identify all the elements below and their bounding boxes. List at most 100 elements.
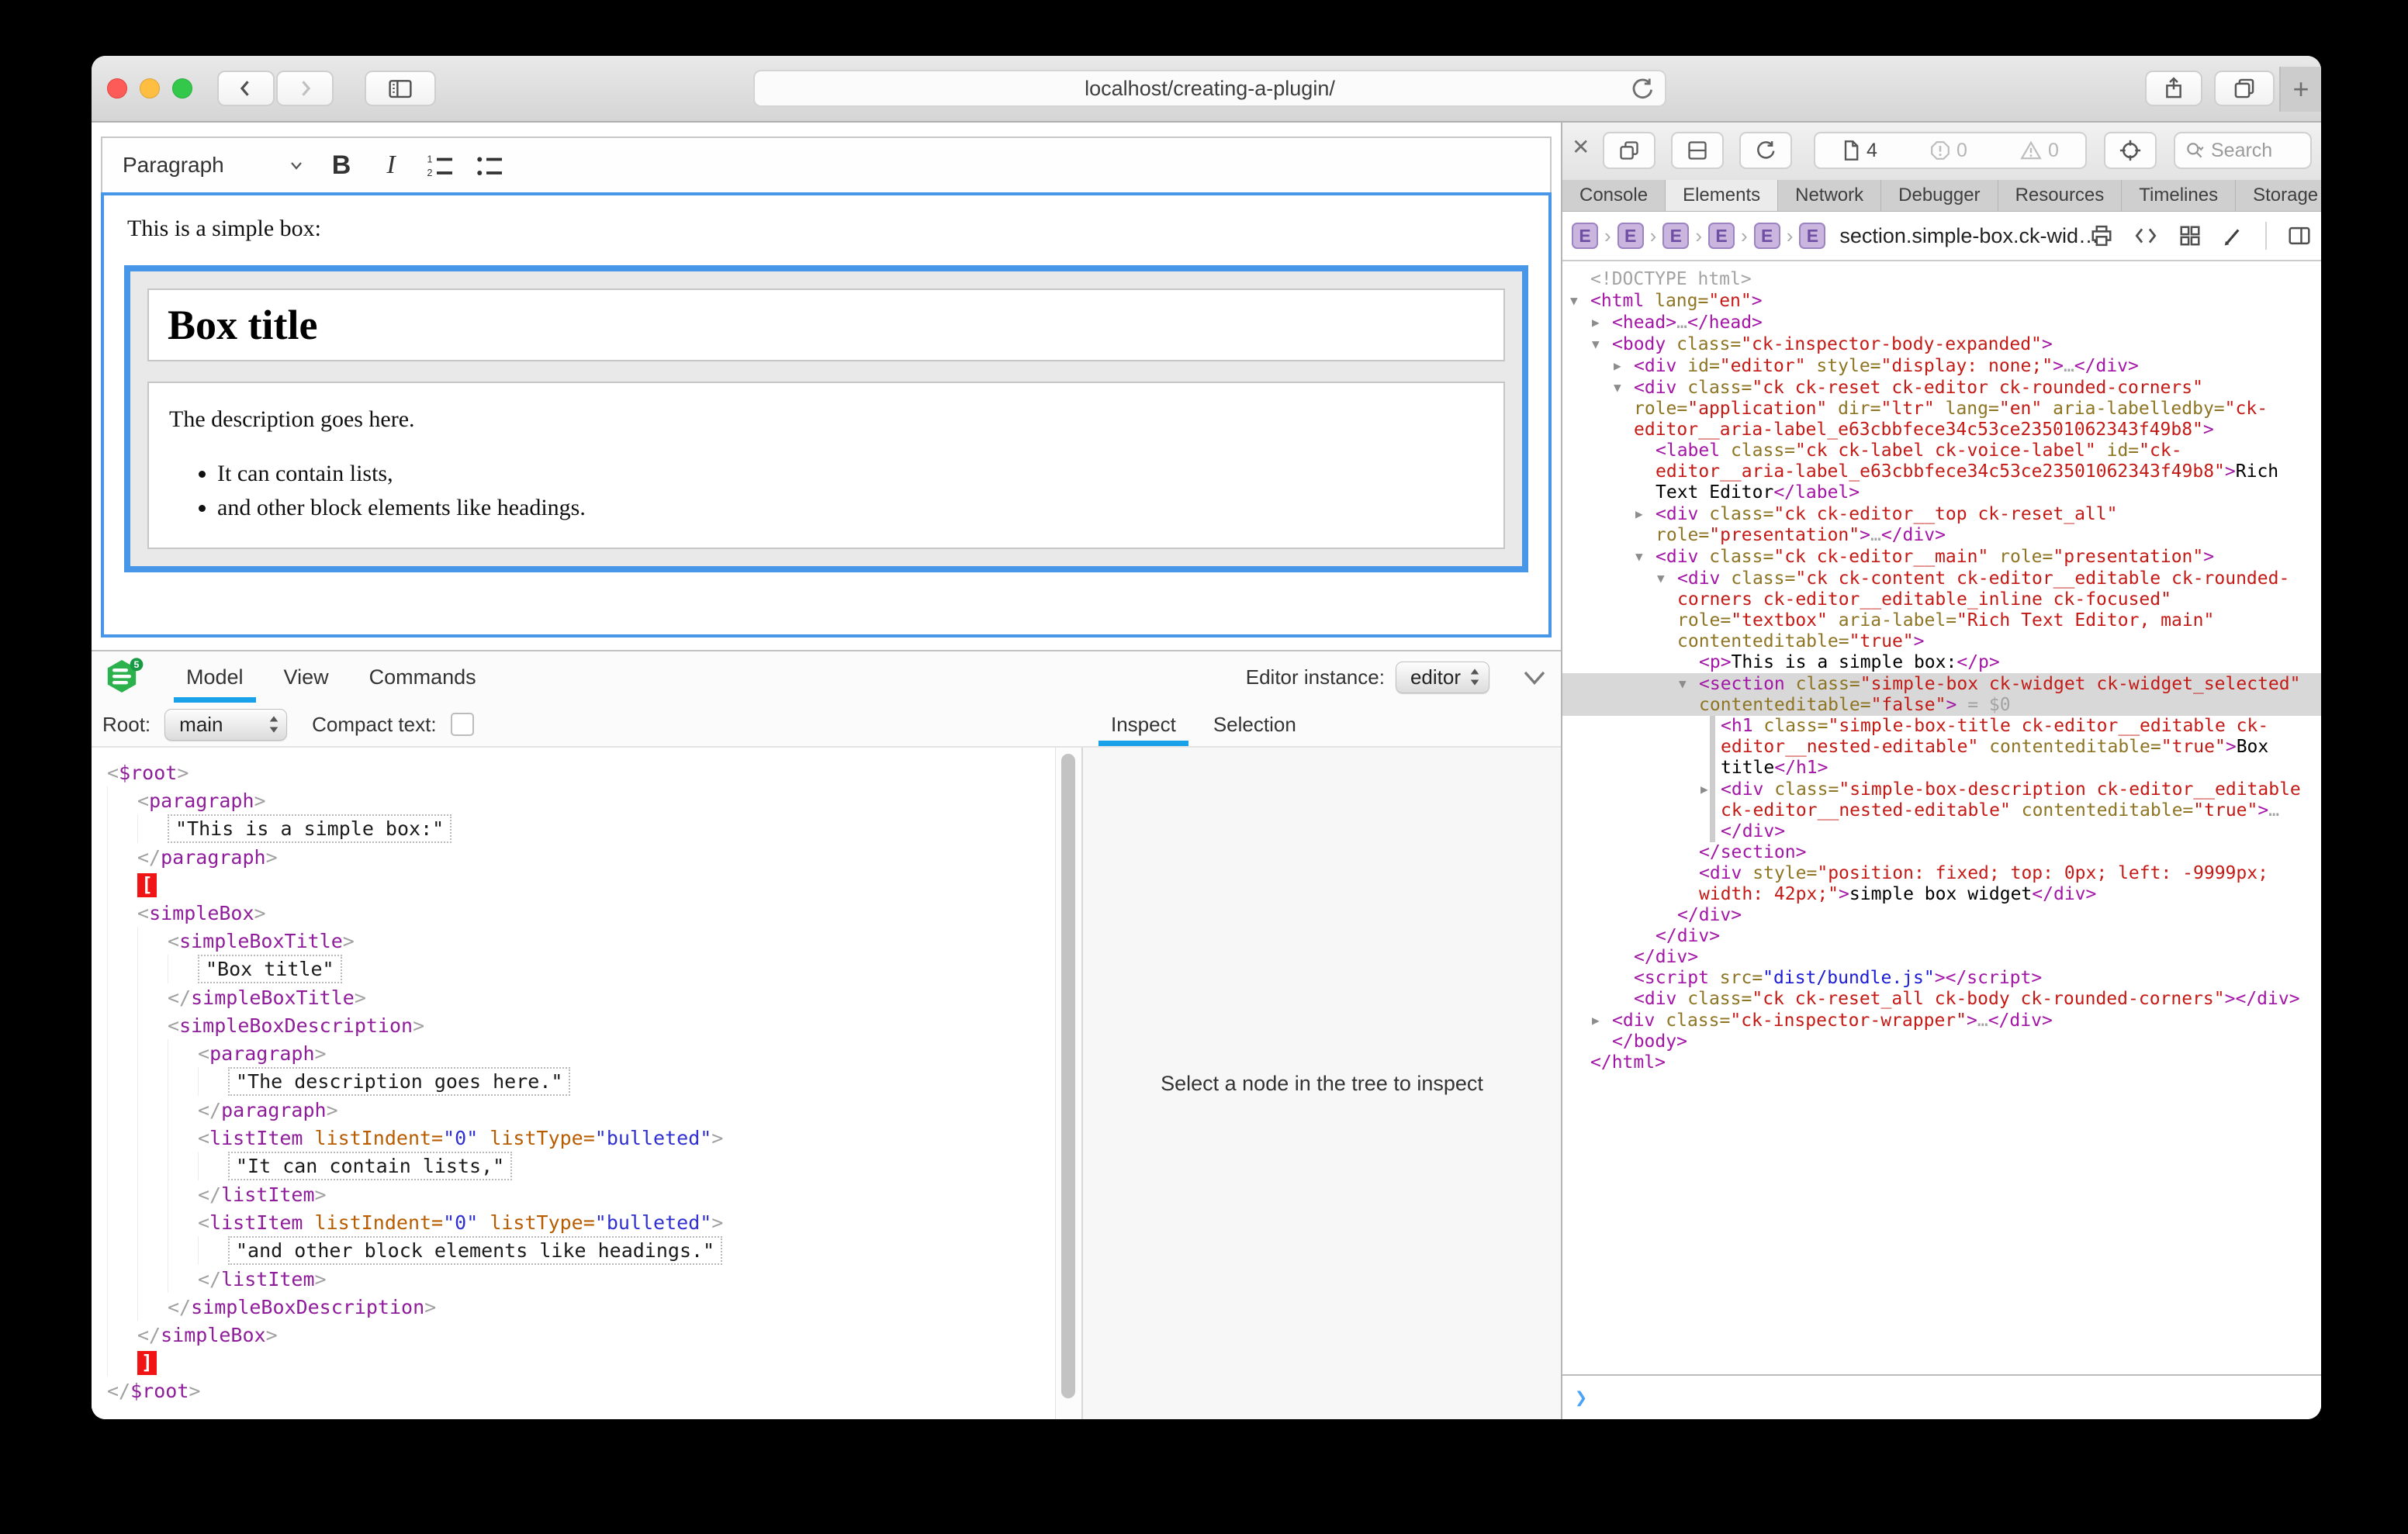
model-tree-scrollbar[interactable] [1055,748,1081,1419]
element-badge[interactable]: E [1662,223,1689,249]
model-tree-line[interactable]: </simpleBox> [92,1321,1055,1349]
dom-tree-line[interactable]: </html> [1562,1052,2321,1073]
model-tree-line[interactable]: "Box title" [92,955,1055,983]
dom-tree-line[interactable]: <div style="position: fixed; top: 0px; l… [1562,863,2321,905]
layout-grid-icon[interactable] [2178,224,2202,247]
close-window-button[interactable] [107,78,127,98]
box-title-heading[interactable]: Box title [168,301,1485,349]
dom-tree-line[interactable]: </div> [1562,947,2321,968]
model-tree-line[interactable]: </paragraph> [92,1096,1055,1124]
element-badge[interactable]: E [1572,223,1598,249]
new-tab-button[interactable]: + [2279,67,2321,112]
model-tree-line[interactable]: [ [92,871,1055,899]
model-tree-line[interactable]: </paragraph> [92,843,1055,871]
dom-tree-line[interactable]: ▶<div class="ck-inspector-wrapper">…</di… [1562,1010,2321,1031]
zoom-window-button[interactable] [172,78,192,98]
dom-tree-line[interactable]: ▼<html lang="en"> [1562,290,2321,312]
print-icon[interactable] [2090,224,2113,247]
paragraph-dropdown[interactable]: Paragraph [123,153,317,178]
element-badge[interactable]: E [1708,223,1735,249]
model-tree-line[interactable]: </listItem> [92,1265,1055,1293]
dom-tree-line[interactable]: <p>This is a simple box:</p> [1562,652,2321,673]
dom-tree-line[interactable]: ▼<div class="ck ck-reset ck-editor ck-ro… [1562,377,2321,441]
devtools-tab-network[interactable]: Network [1778,180,1881,211]
list-item[interactable]: and other block elements like headings. [217,495,1485,521]
dom-tree-line[interactable]: <h1 class="simple-box-title ck-editor__e… [1562,716,2321,779]
model-tree-line[interactable]: <paragraph> [92,786,1055,814]
dom-tree-line[interactable]: </div> [1562,905,2321,926]
styles-brush-icon[interactable] [2222,224,2245,247]
simple-box-title[interactable]: Box title [147,288,1505,361]
reload-icon[interactable] [1629,76,1656,102]
description-paragraph[interactable]: The description goes here. [169,406,1483,433]
model-tree-line[interactable]: ] [92,1349,1055,1377]
model-tree-line[interactable]: <paragraph> [92,1039,1055,1067]
breadcrumb-selected-element[interactable]: section.simple-box.ck-wid… [1839,224,2099,248]
numbered-list-button[interactable]: 12 [416,143,465,187]
collapse-inspector-icon[interactable] [1521,665,1548,689]
reload-page-button[interactable] [1739,132,1792,169]
model-tree-line[interactable]: </simpleBoxDescription> [92,1293,1055,1321]
sidebar-toggle-button[interactable] [365,71,436,106]
minimize-window-button[interactable] [140,78,160,98]
dom-tree-line[interactable]: ▼<section class="simple-box ck-widget ck… [1562,673,2321,716]
bold-button[interactable]: B [317,143,366,187]
model-tree-line[interactable]: <listItem listIndent="0" listType="bulle… [92,1124,1055,1152]
inspector-tab-model[interactable]: Model [166,651,264,703]
devtools-tab-resources[interactable]: Resources [1998,180,2123,211]
dom-tree-line[interactable]: <script src="dist/bundle.js"></script> [1562,968,2321,989]
element-picker-button[interactable] [2104,132,2157,169]
simple-box-description[interactable]: The description goes here. It can contai… [147,382,1505,549]
devtools-tab-debugger[interactable]: Debugger [1881,180,1998,211]
dom-tree-line[interactable]: </section> [1562,842,2321,863]
model-tree-line[interactable]: </$root> [92,1377,1055,1404]
element-badge[interactable]: E [1617,223,1644,249]
address-bar[interactable]: localhost/creating-a-plugin/ [753,70,1666,107]
dom-tree-line[interactable]: ▼<body class="ck-inspector-body-expanded… [1562,333,2321,355]
devtools-tab-storage[interactable]: Storage [2236,180,2321,211]
devtools-tab-elements[interactable]: Elements [1666,180,1778,211]
forward-button[interactable] [276,71,334,106]
panel-tab-inspect[interactable]: Inspect [1092,703,1195,746]
model-tree-line[interactable]: "The description goes here." [92,1067,1055,1096]
devtools-tab-console[interactable]: Console [1562,180,1666,211]
italic-button[interactable]: I [366,143,416,187]
intro-paragraph[interactable]: This is a simple box: [127,216,1525,242]
model-tree-line[interactable]: <simpleBox> [92,899,1055,927]
root-select[interactable]: main [164,709,287,741]
show-source-icon[interactable] [2133,224,2158,247]
inspector-tab-commands[interactable]: Commands [349,651,496,703]
model-tree-line[interactable]: </simpleBoxTitle> [92,983,1055,1011]
model-tree-line[interactable]: </listItem> [92,1180,1055,1208]
simple-box-widget[interactable]: Box title The description goes here. It … [124,265,1528,572]
back-button[interactable] [217,71,275,106]
share-button[interactable] [2145,71,2202,106]
model-tree-line[interactable]: <simpleBoxTitle> [92,927,1055,955]
panel-tab-selection[interactable]: Selection [1195,703,1315,746]
close-devtools-button[interactable]: ✕ [1572,136,1590,158]
issue-counts-group[interactable]: 4 0 0 [1814,132,2087,169]
dock-bottom-button[interactable] [1671,132,1724,169]
inspector-tab-view[interactable]: View [264,651,349,703]
dom-tree-line[interactable]: ▼<div class="ck ck-editor__main" role="p… [1562,546,2321,568]
dom-tree-line[interactable]: ▶<div id="editor" style="display: none;"… [1562,355,2321,377]
element-badge[interactable]: E [1799,223,1825,249]
split-panel-icon[interactable] [2287,224,2312,247]
compact-text-checkbox[interactable] [451,713,474,736]
scrollbar-thumb[interactable] [1061,754,1075,1398]
model-tree-line[interactable]: "and other block elements like headings.… [92,1236,1055,1265]
model-tree-line[interactable]: <simpleBoxDescription> [92,1011,1055,1039]
rich-text-editor[interactable]: This is a simple box: Box title The desc… [101,192,1552,637]
dom-tree-line[interactable]: <div class="ck ck-reset_all ck-body ck-r… [1562,989,2321,1010]
devtools-tab-timelines[interactable]: Timelines [2122,180,2236,211]
editor-instance-select[interactable]: editor [1396,662,1489,693]
element-badge[interactable]: E [1754,223,1780,249]
tab-overview-button[interactable] [2214,71,2275,106]
quick-console[interactable]: ❯ [1562,1374,2321,1419]
dom-tree-line[interactable]: <label class="ck ck-label ck-voice-label… [1562,441,2321,503]
dock-side-button[interactable] [1603,132,1656,169]
model-tree-line[interactable]: "It can contain lists," [92,1152,1055,1180]
devtools-search-field[interactable]: Search [2174,132,2312,169]
list-item[interactable]: It can contain lists, [217,461,1485,487]
dom-tree-line[interactable]: <!DOCTYPE html> [1562,269,2321,290]
